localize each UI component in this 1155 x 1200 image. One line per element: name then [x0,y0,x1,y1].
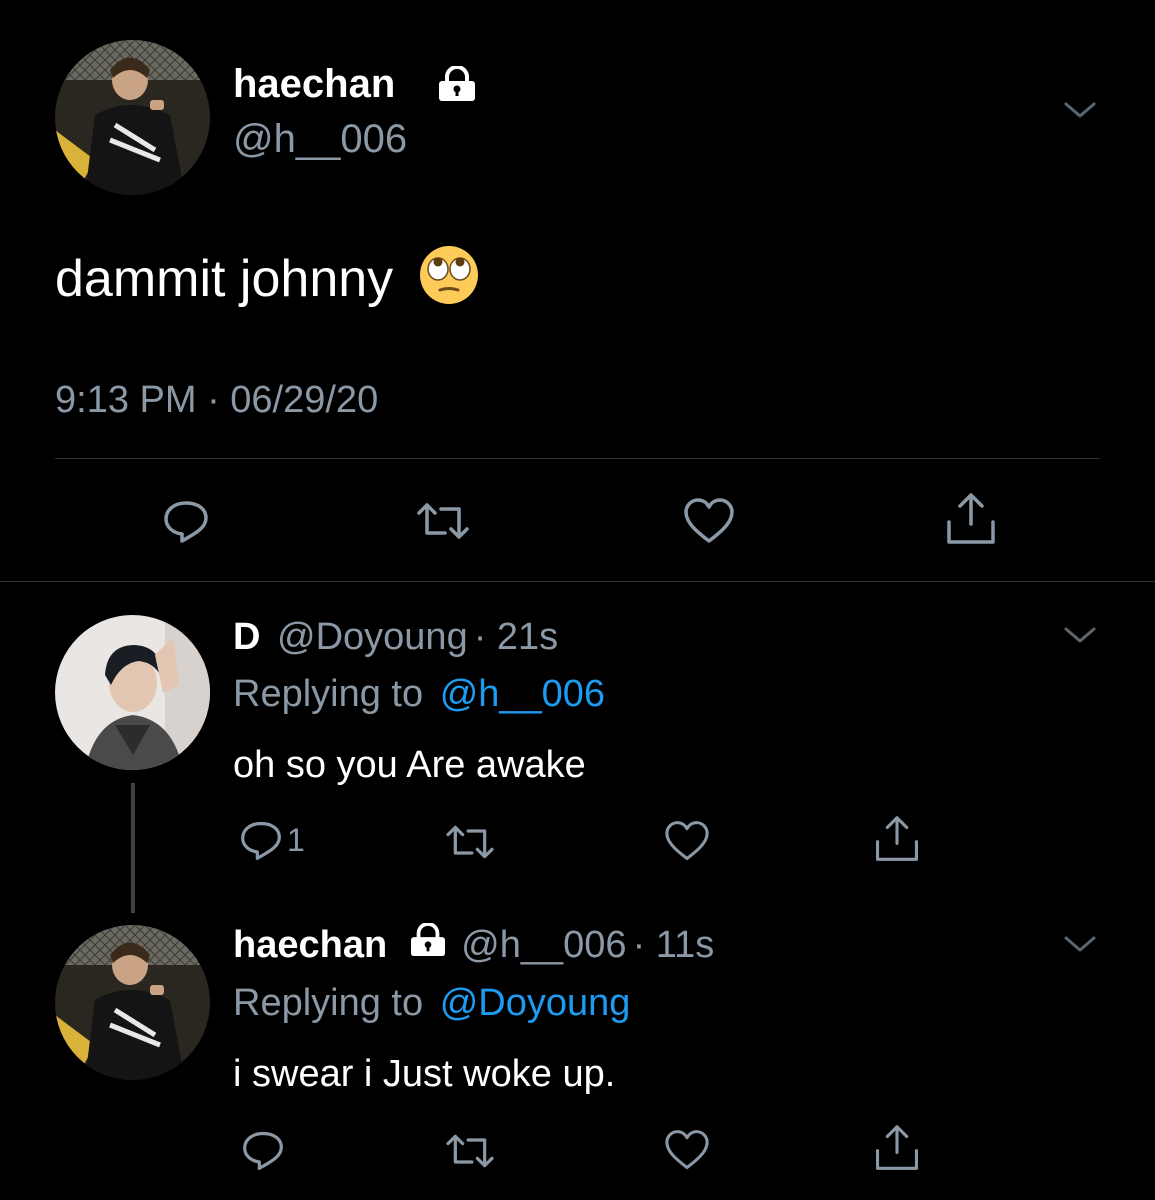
like-icon [664,1129,710,1171]
like-button[interactable] [683,497,735,545]
chevron-down-icon[interactable] [1062,932,1098,961]
like-button[interactable] [664,1129,710,1171]
share-button[interactable] [874,1124,920,1172]
reply-header: D @Doyoung · 21s [233,614,558,660]
reply-display-name[interactable]: haechan [233,922,387,968]
share-icon [874,1124,920,1172]
reply-handle[interactable]: @h__006 [461,922,626,968]
chevron-down-icon[interactable] [1062,98,1098,127]
share-icon [945,492,997,546]
avatar-doyoung[interactable] [55,615,210,770]
retweet-button[interactable] [415,497,471,545]
like-icon [683,497,735,545]
reply-button[interactable]: 1 [239,818,305,862]
share-button[interactable] [874,815,920,863]
main-display-name[interactable]: haechan [233,60,395,108]
reply-icon [162,497,210,545]
replying-to-link[interactable]: @Doyoung [440,982,631,1024]
reply-text: i swear i Just woke up. [233,1053,616,1095]
chevron-down-icon[interactable] [1062,623,1098,652]
divider [0,581,1155,582]
like-icon [664,820,710,862]
tweet-timestamp[interactable]: 9:13 PM · 06/29/20 [55,376,378,424]
avatar-haechan[interactable] [55,925,210,1080]
replying-to: Replying to @h__006 [233,671,605,717]
reply-button[interactable] [241,1128,285,1172]
face-with-rolling-eyes-emoji [418,244,480,321]
lock-icon [409,922,447,968]
reply-count: 1 [287,821,305,858]
retweet-button[interactable] [444,1129,496,1173]
retweet-icon [444,1129,496,1173]
reply-time[interactable]: · 21s [474,616,558,658]
replying-to-label: Replying to [233,982,424,1024]
avatar-haechan[interactable] [55,40,210,195]
replying-to: Replying to @Doyoung [233,980,630,1026]
main-handle[interactable]: @h__006 [233,115,407,163]
share-icon [874,815,920,863]
retweet-icon [415,497,471,545]
reply-time[interactable]: · 11s [633,922,715,968]
retweet-icon [444,820,496,864]
retweet-button[interactable] [444,820,496,864]
replying-to-label: Replying to [233,673,424,715]
replying-to-link[interactable]: @h__006 [440,673,605,715]
tweet-text-body: dammit johnny [55,250,394,309]
thread-line [131,783,135,913]
reply-icon [239,818,283,862]
reply-header: haechan @h__006 · 11s [233,922,714,968]
like-button[interactable] [664,820,710,862]
share-button[interactable] [945,492,997,546]
reply-icon [241,1128,285,1172]
reply-button[interactable] [162,497,210,545]
lock-icon [437,65,477,107]
reply-display-name[interactable]: D [233,616,260,658]
reply-handle[interactable]: @Doyoung [277,616,468,658]
divider [55,458,1100,459]
tweet-text: dammit johnny [55,244,480,321]
reply-text: oh so you Are awake [233,744,586,786]
